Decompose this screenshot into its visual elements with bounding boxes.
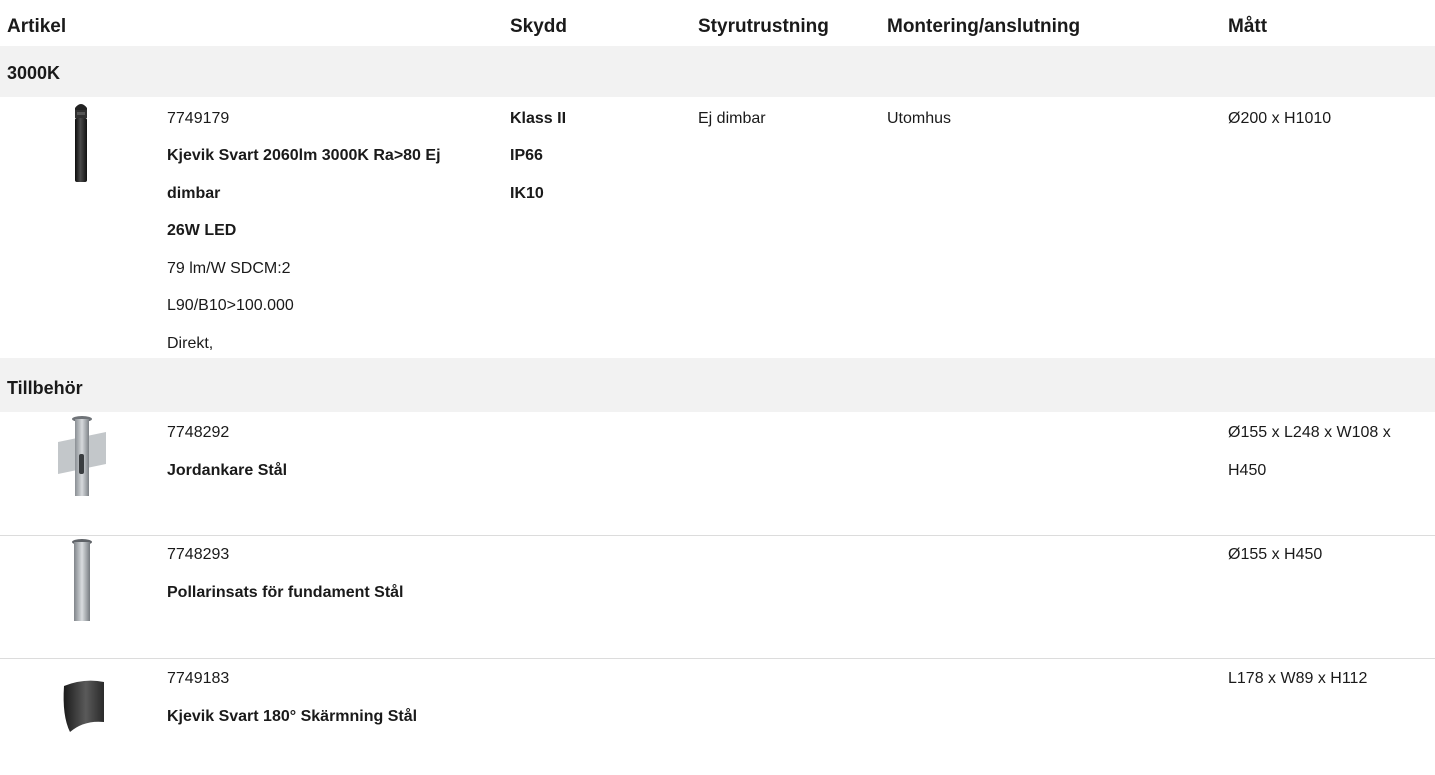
col-header-artikel: Artikel <box>7 16 67 37</box>
col-header-styrutrustning: Styrutrustning <box>698 16 829 37</box>
dimensions: Ø200 x H1010 <box>1228 110 1332 127</box>
section-title: Tillbehör <box>7 378 83 398</box>
article-number[interactable]: 7748293 <box>167 545 229 565</box>
shield-icon <box>63 680 104 732</box>
article-name-cont[interactable]: dimbar <box>167 184 220 204</box>
bollard-insert-icon <box>72 539 92 621</box>
ground-anchor-icon <box>58 416 106 496</box>
article-name[interactable]: Kjevik Svart 180° Skärmning Stål <box>167 707 417 727</box>
article-name[interactable]: Jordankare Stål <box>167 461 287 481</box>
article-number[interactable]: 7749179 <box>167 109 229 129</box>
article-lifetime: L90/B10>100.000 <box>167 297 294 314</box>
row-divider <box>0 535 1435 536</box>
protection-ip: IP66 <box>510 147 543 164</box>
bollard-light-icon <box>75 104 87 182</box>
article-efficacy: 79 lm/W SDCM:2 <box>167 260 291 277</box>
article-name[interactable]: Pollarinsats för fundament Stål <box>167 583 403 603</box>
dimensions: Ø155 x L248 x W108 x <box>1228 424 1391 441</box>
col-header-montering: Montering/anslutning <box>887 16 1081 37</box>
dimensions-cont: H450 <box>1228 462 1267 479</box>
article-number[interactable]: 7748292 <box>167 423 229 443</box>
section-band-tillbehor: Tillbehör <box>0 358 1435 412</box>
row-divider <box>0 658 1435 659</box>
protection-ik: IK10 <box>510 185 544 202</box>
table-header: Artikel Skydd Styrutrustning Montering/a… <box>0 0 1435 46</box>
dimensions: Ø155 x H450 <box>1228 546 1323 563</box>
dimensions: L178 x W89 x H112 <box>1228 670 1368 687</box>
article-power: 26W LED <box>167 222 237 239</box>
section-title: 3000K <box>7 63 61 83</box>
section-band-3000k: 3000K <box>0 46 1435 97</box>
control-gear: Ej dimbar <box>698 110 766 127</box>
col-header-skydd: Skydd <box>510 16 568 37</box>
article-number[interactable]: 7749183 <box>167 669 229 689</box>
mounting: Utomhus <box>887 110 952 127</box>
article-distribution: Direkt, <box>167 335 214 352</box>
article-name[interactable]: Kjevik Svart 2060lm 3000K Ra>80 Ej <box>167 146 441 166</box>
protection-class: Klass II <box>510 110 567 127</box>
col-header-matt: Mått <box>1228 16 1268 37</box>
